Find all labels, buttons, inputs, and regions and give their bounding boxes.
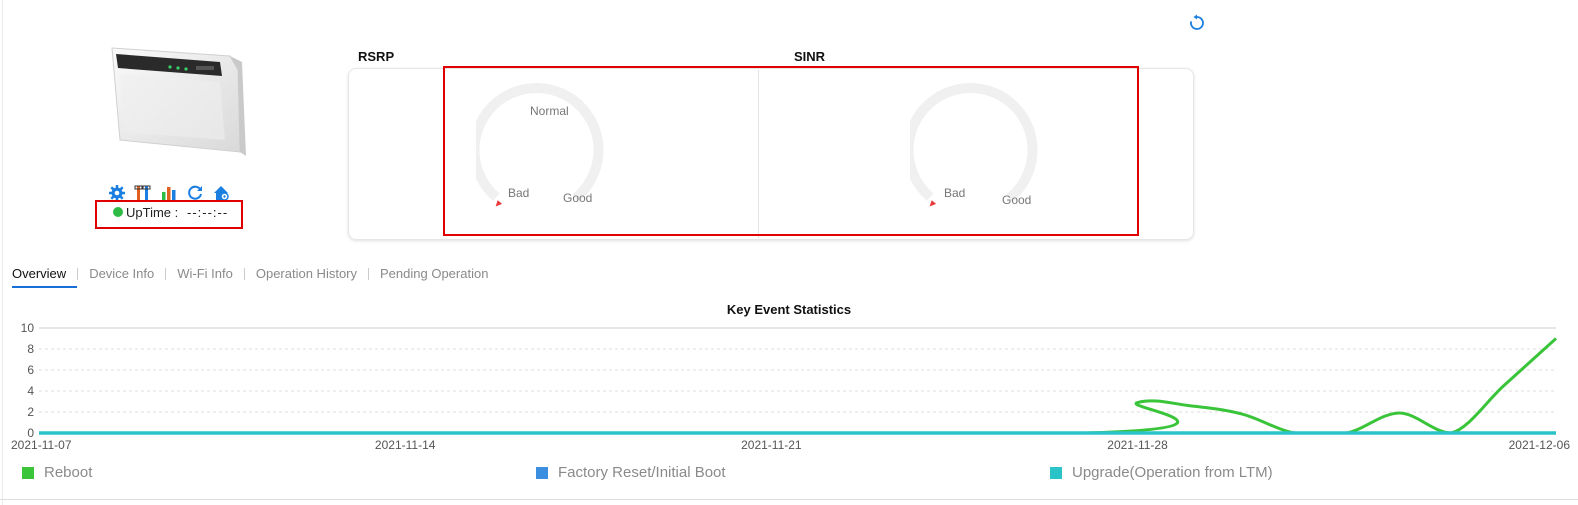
legend-item[interactable]: Upgrade(Operation from LTM) <box>1050 464 1273 481</box>
tab-device-info[interactable]: Device Info <box>89 264 154 283</box>
tab-operation-history[interactable]: Operation History <box>256 264 357 283</box>
legend-swatch <box>1050 466 1062 479</box>
x-tick-label: 2021-12-06 <box>1509 438 1571 450</box>
tab-separator <box>165 267 167 280</box>
legend-swatch <box>536 466 548 479</box>
y-tick-label: 6 <box>27 363 34 377</box>
x-tick-label: 2021-11-14 <box>375 438 436 450</box>
tab-bar: Overview Device Info Wi-Fi Info Operatio… <box>12 264 488 283</box>
tab-separator <box>368 267 370 280</box>
x-tick-label: 2021-11-28 <box>1107 438 1168 450</box>
tab-pending-operation[interactable]: Pending Operation <box>380 264 488 283</box>
tab-overview[interactable]: Overview <box>12 264 66 283</box>
legend-item[interactable]: Factory Reset/Initial Boot <box>536 464 726 481</box>
tab-wifi-info[interactable]: Wi-Fi Info <box>177 264 233 283</box>
legend-label: Upgrade(Operation from LTM) <box>1072 464 1273 481</box>
legend-swatch <box>22 466 34 479</box>
online-status-indicator <box>113 207 123 217</box>
y-tick-label: 10 <box>21 321 35 335</box>
router-image <box>100 40 250 165</box>
uptime-value: --:--:-- <box>187 205 229 220</box>
legend-label: Factory Reset/Initial Boot <box>558 464 726 481</box>
gauge-highlight-box <box>443 66 1139 236</box>
tab-separator <box>77 267 79 280</box>
x-tick-label: 2021-11-21 <box>741 438 802 450</box>
key-event-chart: 02468102021-11-07 2021-11-14 2021-11-21 202… <box>11 321 1571 450</box>
y-tick-label: 2 <box>27 405 34 419</box>
uptime-label: UpTime : <box>126 205 179 220</box>
legend-item[interactable]: Reboot <box>22 464 92 481</box>
legend-label: Reboot <box>44 464 93 481</box>
tab-separator <box>243 267 245 280</box>
rsrp-title: RSRP <box>358 49 395 64</box>
y-tick-label: 8 <box>27 342 34 356</box>
y-tick-label: 4 <box>27 384 34 398</box>
refresh-icon[interactable] <box>1188 14 1206 32</box>
active-tab-indicator <box>12 286 77 288</box>
series-line-reboot <box>39 337 1558 435</box>
bottom-divider <box>0 499 1578 500</box>
x-tick-label: 2021-11-07 <box>11 438 72 450</box>
sinr-title: SINR <box>794 49 826 64</box>
